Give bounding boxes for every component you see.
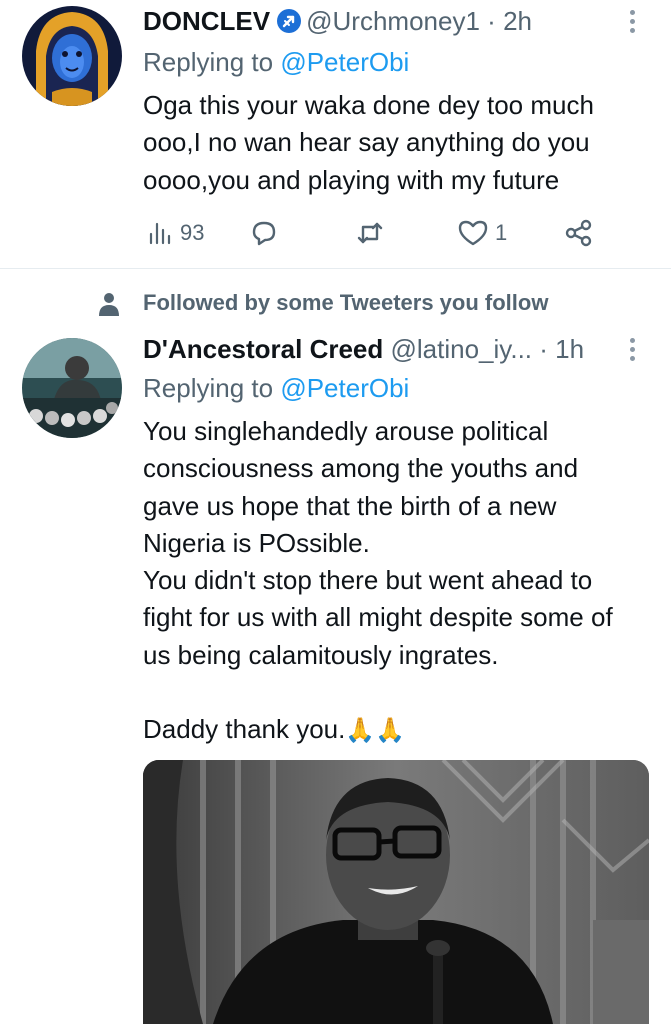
- replying-to: Replying to @PeterObi: [143, 46, 409, 78]
- retweet-arrows-icon: [354, 217, 386, 249]
- replying-prefix: Replying to: [143, 47, 274, 77]
- bar-chart-icon: [146, 219, 174, 247]
- social-context: Followed by some Tweeters you follow: [0, 287, 671, 319]
- mention-link[interactable]: @PeterObi: [280, 373, 409, 403]
- tweet-header: DONCLEV @Urchmoney1 · 2h: [143, 5, 532, 41]
- reply-button[interactable]: [248, 213, 280, 253]
- share-button[interactable]: [564, 213, 594, 253]
- tweet-1[interactable]: DONCLEV @Urchmoney1 · 2h Replying to @Pet…: [0, 0, 671, 268]
- views-button[interactable]: 93: [146, 213, 204, 253]
- speech-bubble-icon: [248, 217, 280, 249]
- tweet-actions: 93 1: [143, 213, 613, 253]
- retweet-button[interactable]: [354, 213, 386, 253]
- avatar-dancestoral-creed[interactable]: [22, 338, 122, 438]
- tweet-divider: [0, 268, 671, 269]
- display-name[interactable]: D'Ancestoral Creed: [143, 334, 383, 364]
- tweet-text-line: ooo,I no wan hear say anything do you: [143, 127, 590, 158]
- folded-hands-emoji: 🙏🙏: [345, 717, 406, 745]
- tweet-header: D'Ancestoral Creed @latino_iy... · 1h: [143, 333, 584, 365]
- views-count: 93: [180, 220, 205, 245]
- more-options-icon[interactable]: [630, 10, 636, 37]
- person-icon: [97, 291, 121, 322]
- more-options-icon[interactable]: [630, 338, 636, 365]
- avatar-donclev[interactable]: [22, 6, 122, 106]
- tweet-media-image[interactable]: [143, 760, 649, 1024]
- tweet-paragraph-closing: Daddy thank you.🙏🙏: [143, 711, 628, 749]
- tweet-text-line: Oga this your waka done dey too much: [143, 90, 594, 120]
- tweet-text-line: oooo,you and playing with my future: [143, 164, 560, 195]
- user-handle[interactable]: @latino_iy...: [391, 334, 533, 364]
- tweet-paragraph: You singlehandedly arouse political cons…: [143, 416, 579, 558]
- replying-prefix: Replying to: [143, 373, 274, 403]
- display-name[interactable]: DONCLEV: [143, 6, 270, 36]
- timestamp[interactable]: 2h: [503, 6, 532, 36]
- separator-dot: ·: [539, 334, 548, 364]
- user-handle[interactable]: @Urchmoney1: [306, 6, 480, 36]
- social-context-label[interactable]: Followed by some Tweeters you follow: [143, 287, 548, 319]
- closing-text: Daddy thank you.: [143, 714, 346, 745]
- tweet-paragraph: You didn't stop there but went ahead to …: [143, 565, 613, 670]
- likes-count: 1: [495, 220, 508, 245]
- timestamp[interactable]: 1h: [555, 334, 584, 364]
- separator-dot: ·: [487, 6, 496, 36]
- mention-link[interactable]: @PeterObi: [280, 47, 409, 77]
- like-button[interactable]: 1: [457, 213, 507, 253]
- heart-icon: [457, 218, 489, 248]
- share-nodes-icon: [564, 218, 594, 248]
- verified-badge-icon: [276, 8, 302, 41]
- tweet-text: Oga this your waka done dey too much ooo…: [143, 87, 653, 199]
- replying-to: Replying to @PeterObi: [143, 372, 409, 404]
- tweet-text: You singlehandedly arouse political cons…: [143, 413, 628, 749]
